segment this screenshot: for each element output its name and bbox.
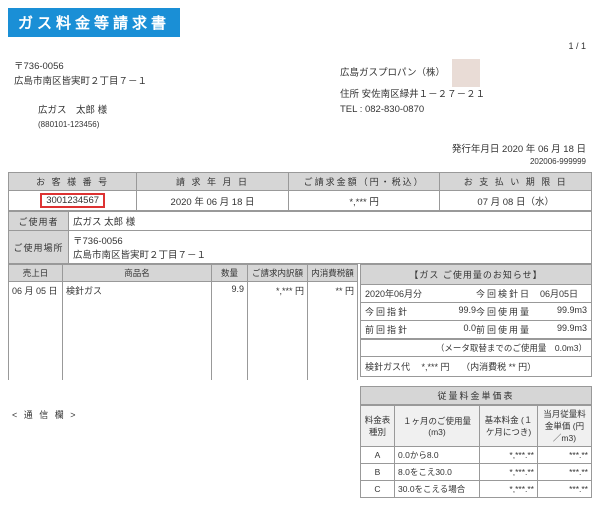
company-seal [452,59,480,87]
t-class: B [361,463,395,480]
h-usage: １ヶ月のご使用量 (m3) [395,405,480,446]
communication-label: < 通 信 欄 > [12,408,358,421]
tariff-box: 従量料金単価表 料金表種別 １ヶ月のご使用量 (m3) 基本料金 (１ケ月につき… [360,386,592,498]
cur-idx-v: 99.9 [421,305,477,318]
gas-fee-l: 検針ガス代 [365,362,410,372]
table-row: A 0.0から8.0 *,***.** ***.** [361,446,592,463]
cell-tax: ** 円 [308,282,358,380]
t-usage: 8.0をこえ30.0 [395,463,480,480]
h-qty: 数量 [212,265,248,282]
cur-use-v: 99.9m3 [532,305,588,318]
prev-idx-v: 0.0 [421,323,477,336]
user-name: 広ガス 太郎 様 [69,212,592,231]
inner-tax-l: （内消費税 [461,362,506,372]
recipient-id: (880101-123456) [38,119,260,132]
h-tax: 内消費税額 [308,265,358,282]
summary-bar: お 客 様 番 号 請 求 年 月 日 ご請求金額（円・税込） お 支 払 い … [8,172,592,211]
inner-tax-v: ** 円） [509,362,537,372]
cell-qty: 9.9 [212,282,248,380]
h-custno: お 客 様 番 号 [9,173,137,191]
h-base: 基本料金 (１ケ月につき) [480,405,538,446]
h-class: 料金表種別 [361,405,395,446]
company-address: 住所 安佐南区緑井１－２７－２１ [340,87,586,102]
h-due: お 支 払 い 期 限 日 [440,173,592,191]
detail-table: 売上日 商品名 数量 ご請求内訳額 内消費税額 06 月 05 日 検針ガス 9… [8,264,358,380]
t-class: A [361,446,395,463]
t-usage: 30.0をこえる場合 [395,480,480,497]
gas-fee-v: *,*** 円 [422,362,450,372]
issue-date-line: 発行年月日 2020 年 06 月 18 日 [8,141,586,155]
h-amount: ご請求金額（円・税込） [288,173,440,191]
usage-month: 2020年06月分 [365,287,476,300]
cur-use-l: 今回使用量 [476,307,531,317]
user-label: ご使用者 [9,212,69,231]
recipient-name: 広ガス 太郎 様 [38,103,260,118]
place-postal: 〒736-0056 [73,233,587,247]
table-row: B 8.0をこえ30.0 *,***.** ***.** [361,463,592,480]
t-unit: ***.** [538,463,592,480]
company-name: 広島ガスプロパン（株） [340,68,445,79]
issue-label: 発行年月日 [452,144,500,155]
t-class: C [361,480,395,497]
h-date: 売上日 [9,265,63,282]
bill-date: 2020 年 06 月 18 日 [137,191,289,211]
read-label: 今回検針日 [476,289,531,299]
recipient-postal: 〒736-0056 [14,59,260,74]
tariff-title: 従量料金単価表 [360,386,592,405]
read-date: 06月05日 [540,289,578,299]
recipient-address: 広島市南区皆実町２丁目７－１ [14,74,260,89]
t-unit: ***.** [538,480,592,497]
t-base: *,***.** [480,480,538,497]
customer-number: 3001234567 [40,193,105,208]
t-unit: ***.** [538,446,592,463]
place-label: ご使用場所 [9,231,69,264]
t-usage: 0.0から8.0 [395,446,480,463]
issue-code: 202006-999999 [8,157,586,166]
document-title: ガス料金等請求書 [8,8,180,37]
table-row: C 30.0をこえる場合 *,***.** ***.** [361,480,592,497]
due-date: 07 月 08 日（水） [440,191,592,211]
table-row: 06 月 05 日 検針ガス 9.9 *,*** 円 ** 円 [9,282,358,380]
t-base: *,***.** [480,463,538,480]
prev-use-v: 99.9m3 [532,323,588,336]
issue-date: 2020 年 06 月 18 日 [502,144,586,155]
h-item: 商品名 [63,265,212,282]
company-tel: TEL : 082-830-0870 [340,102,586,117]
t-base: *,***.** [480,446,538,463]
meter-note: （メータ取替までのご使用量 0.0m3） [361,339,591,356]
page-number: 1 / 1 [8,41,586,51]
bill-amount: *,*** 円 [288,191,440,211]
cell-amt: *,*** 円 [248,282,308,380]
prev-idx-l: 前回指針 [365,325,409,335]
h-unit: 当月従量料金単価 (円／m3) [538,405,592,446]
user-info: ご使用者 広ガス 太郎 様 ご使用場所 〒736-0056 広島市南区皆実町２丁… [8,211,592,264]
usage-title: 【ガス ご使用量のお知らせ】 [361,265,591,285]
header: 〒736-0056 広島市南区皆実町２丁目７－１ 広ガス 太郎 様 (88010… [8,59,592,131]
h-breakdown: ご請求内訳額 [248,265,308,282]
place-address: 広島市南区皆実町２丁目７－１ [73,247,587,261]
usage-notice: 【ガス ご使用量のお知らせ】 2020年06月分 今回検針日 06月05日 今回… [360,264,592,377]
h-billdate: 請 求 年 月 日 [137,173,289,191]
prev-use-l: 前回使用量 [476,325,531,335]
cell-item: 検針ガス [63,282,212,380]
cur-idx-l: 今回指針 [365,307,409,317]
cell-date: 06 月 05 日 [9,282,63,380]
